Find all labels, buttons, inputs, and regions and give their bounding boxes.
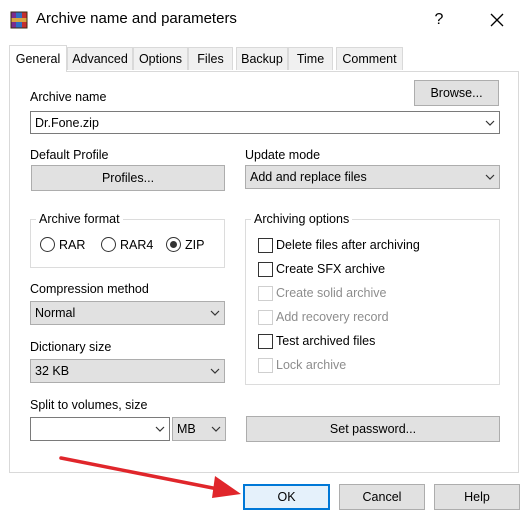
update-mode-label: Update mode bbox=[245, 148, 321, 162]
archive-name-label: Archive name bbox=[30, 90, 107, 104]
help-button[interactable]: Help bbox=[434, 484, 520, 510]
radio-rar4[interactable] bbox=[101, 237, 116, 252]
chevron-down-icon bbox=[155, 426, 165, 432]
tab-comment[interactable]: Comment bbox=[336, 47, 403, 70]
chevron-down-icon bbox=[211, 426, 221, 432]
tab-options[interactable]: Options bbox=[133, 47, 188, 70]
radio-zip-label: ZIP bbox=[185, 238, 205, 252]
dictionary-size-label: Dictionary size bbox=[30, 340, 112, 354]
checkbox-lock-archive[interactable] bbox=[258, 358, 273, 373]
compression-method-value: Normal bbox=[35, 306, 76, 320]
split-volumes-combo[interactable] bbox=[30, 417, 170, 441]
radio-selected-dot bbox=[170, 241, 177, 248]
dictionary-size-value: 32 KB bbox=[35, 364, 70, 378]
tab-general[interactable]: General bbox=[9, 45, 67, 72]
archiving-options-label: Archiving options bbox=[251, 212, 353, 226]
winrar-app-icon bbox=[10, 11, 28, 29]
split-unit-select[interactable]: MB bbox=[172, 417, 226, 441]
radio-zip[interactable] bbox=[166, 237, 181, 252]
checkbox-test-archived-label: Test archived files bbox=[276, 334, 376, 348]
checkbox-create-sfx[interactable] bbox=[258, 262, 273, 277]
checkbox-create-sfx-label: Create SFX archive bbox=[276, 262, 386, 276]
split-unit-value: MB bbox=[177, 422, 196, 436]
split-volumes-label: Split to volumes, size bbox=[30, 398, 148, 412]
tab-files[interactable]: Files bbox=[188, 47, 233, 70]
compression-method-label: Compression method bbox=[30, 282, 149, 296]
browse-button[interactable]: Browse... bbox=[414, 80, 499, 106]
checkbox-create-solid[interactable] bbox=[258, 286, 273, 301]
radio-rar[interactable] bbox=[40, 237, 55, 252]
red-arrow-annotation bbox=[59, 456, 241, 498]
help-title-button[interactable]: ? bbox=[416, 0, 462, 40]
dictionary-size-select[interactable]: 32 KB bbox=[30, 359, 225, 383]
default-profile-label: Default Profile bbox=[30, 148, 109, 162]
checkbox-lock-archive-label: Lock archive bbox=[276, 358, 347, 372]
chevron-down-icon bbox=[485, 120, 495, 126]
close-window-button[interactable] bbox=[474, 0, 520, 40]
checkbox-create-solid-label: Create solid archive bbox=[276, 286, 387, 300]
chevron-down-icon bbox=[210, 368, 220, 374]
update-mode-select[interactable]: Add and replace files bbox=[245, 165, 500, 189]
checkbox-delete-files[interactable] bbox=[258, 238, 273, 253]
ok-button[interactable]: OK bbox=[243, 484, 330, 510]
question-mark-icon: ? bbox=[434, 11, 444, 28]
archive-name-combo[interactable]: Dr.Fone.zip bbox=[30, 111, 500, 134]
profiles-button[interactable]: Profiles... bbox=[31, 165, 225, 191]
chevron-down-icon bbox=[485, 174, 495, 180]
radio-rar-label: RAR bbox=[59, 238, 86, 252]
compression-method-select[interactable]: Normal bbox=[30, 301, 225, 325]
checkbox-delete-files-label: Delete files after archiving bbox=[276, 238, 420, 252]
cancel-button[interactable]: Cancel bbox=[339, 484, 425, 510]
archive-format-label: Archive format bbox=[36, 212, 123, 226]
archive-name-value: Dr.Fone.zip bbox=[35, 115, 99, 130]
radio-rar4-label: RAR4 bbox=[120, 238, 154, 252]
tab-time[interactable]: Time bbox=[288, 47, 333, 70]
checkbox-test-archived[interactable] bbox=[258, 334, 273, 349]
window-title: Archive name and parameters bbox=[36, 10, 237, 27]
update-mode-value: Add and replace files bbox=[250, 170, 367, 184]
checkbox-recovery-record-label: Add recovery record bbox=[276, 310, 389, 324]
chevron-down-icon bbox=[210, 310, 220, 316]
tab-backup[interactable]: Backup bbox=[236, 47, 288, 70]
checkbox-recovery-record[interactable] bbox=[258, 310, 273, 325]
set-password-button[interactable]: Set password... bbox=[246, 416, 500, 442]
close-icon bbox=[490, 13, 504, 27]
tab-advanced[interactable]: Advanced bbox=[67, 47, 133, 70]
